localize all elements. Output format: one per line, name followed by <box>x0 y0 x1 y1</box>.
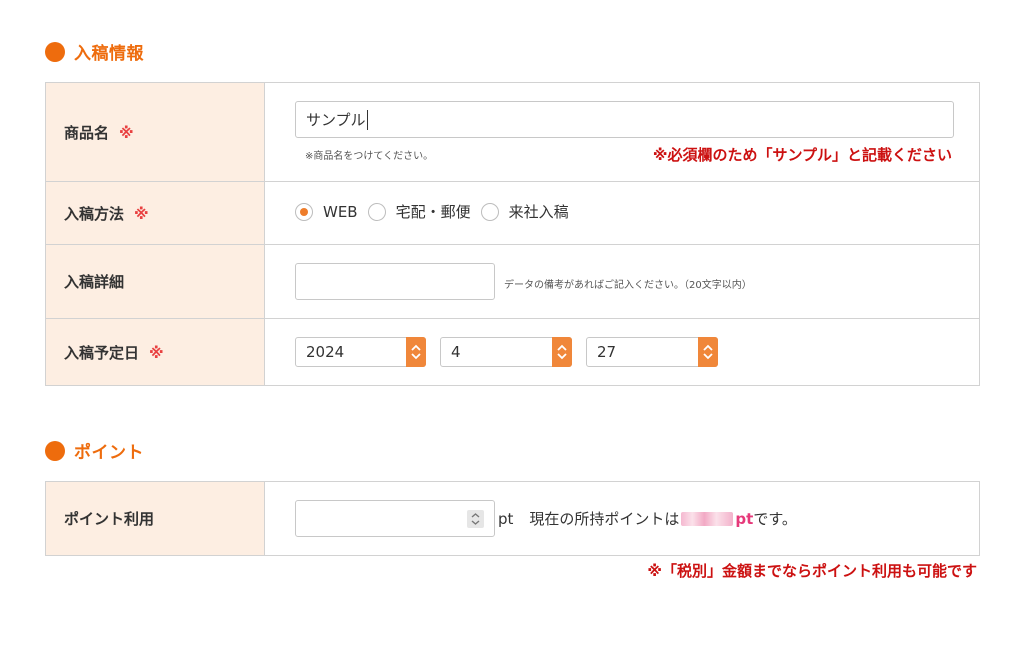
radio-office-visit[interactable]: 来社入稿 <box>480 201 569 222</box>
label-submission-detail: 入稿詳細 <box>45 244 265 319</box>
row-submission-detail: 入稿詳細 データの備考があればご記入ください。（20文字以内） <box>45 244 980 319</box>
point-balance-line: pt 現在の所持ポイントは pt です。 <box>498 509 797 529</box>
row-scheduled-date: 入稿予定日 ※ 2024 4 27 <box>45 318 980 386</box>
submission-form-table: 商品名 ※ サンプル ※商品名をつけてください。 ※必須欄のため「サンプル」と記載… <box>45 82 980 386</box>
section-bullet-icon <box>45 41 65 62</box>
row-submission-method: 入稿方法 ※ WEB 宅配・郵便 来社入稿 <box>45 181 980 245</box>
year-select[interactable]: 2024 <box>295 337 426 367</box>
label-product-name: 商品名 ※ <box>45 82 265 182</box>
submission-detail-hint: データの備考があればご記入ください。（20文字以内） <box>504 280 752 291</box>
chevron-up-down-icon[interactable] <box>406 337 426 367</box>
label-scheduled-date: 入稿予定日 ※ <box>45 318 265 386</box>
radio-delivery-mail[interactable]: 宅配・郵便 <box>367 201 471 222</box>
required-mark: ※ <box>119 123 134 142</box>
chevron-up-down-icon[interactable] <box>698 337 718 367</box>
radio-web[interactable]: WEB <box>295 202 358 221</box>
section-title-text: ポイント <box>74 443 144 463</box>
label-point-use: ポイント利用 <box>45 481 265 556</box>
section-title-submission: 入稿情報 <box>45 39 144 64</box>
points-form-table: ポイント利用 pt 現在の所持ポイントは pt です。 <box>45 481 980 556</box>
product-name-red-note: ※必須欄のため「サンプル」と記載ください <box>652 146 952 164</box>
required-mark: ※ <box>149 343 164 362</box>
text-caret <box>366 109 368 130</box>
submission-method-radio-group: WEB 宅配・郵便 来社入稿 <box>295 201 579 222</box>
radio-unselected-icon[interactable] <box>480 202 499 221</box>
row-point-use: ポイント利用 pt 現在の所持ポイントは pt です。 <box>45 481 980 556</box>
point-use-input[interactable] <box>295 500 495 537</box>
radio-selected-icon[interactable] <box>295 202 313 221</box>
radio-unselected-icon[interactable] <box>367 202 386 221</box>
submission-detail-input[interactable] <box>295 263 495 300</box>
row-product-name: 商品名 ※ サンプル ※商品名をつけてください。 ※必須欄のため「サンプル」と記載… <box>45 82 980 182</box>
number-spinner-icon[interactable] <box>467 510 484 528</box>
section-title-points: ポイント <box>45 438 144 463</box>
required-mark: ※ <box>134 204 149 223</box>
point-use-red-note: ※「税別」金額までならポイント利用も可能です <box>647 562 977 580</box>
section-bullet-icon <box>45 440 65 461</box>
day-select[interactable]: 27 <box>586 337 718 367</box>
point-balance-redacted <box>681 511 734 526</box>
product-name-input[interactable]: サンプル <box>295 101 954 138</box>
chevron-up-down-icon[interactable] <box>552 337 572 367</box>
label-submission-method: 入稿方法 ※ <box>45 181 265 245</box>
section-title-text: 入稿情報 <box>74 44 144 64</box>
month-select[interactable]: 4 <box>440 337 572 367</box>
product-name-hint: ※商品名をつけてください。 <box>305 151 434 162</box>
